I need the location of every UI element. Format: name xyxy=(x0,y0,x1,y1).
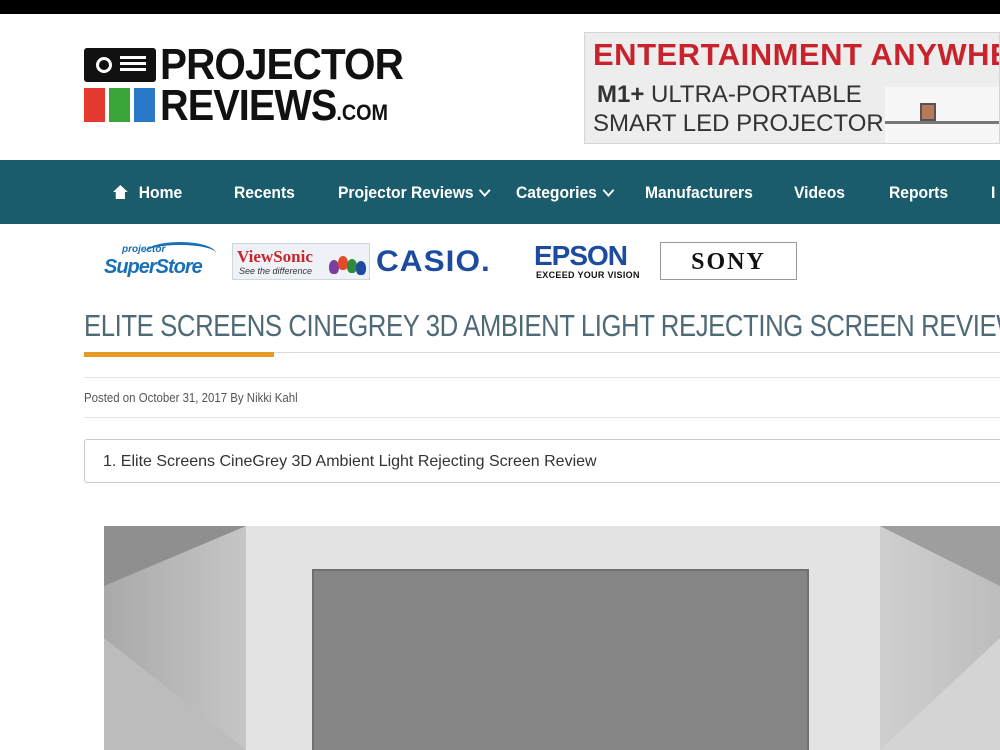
table-of-contents: 1. Elite Screens CineGrey 3D Ambient Lig… xyxy=(84,439,1000,483)
title-accent-underline xyxy=(84,352,274,357)
ad-model: M1+ xyxy=(597,81,645,108)
viewsonic-name: ViewSonic xyxy=(237,247,313,266)
brand-sony[interactable]: SONY xyxy=(660,242,797,280)
nav-label: Categories xyxy=(516,183,597,202)
nav-item-categories[interactable]: Categories xyxy=(516,160,615,224)
viewsonic-birds-icon xyxy=(329,250,367,276)
ad-line1-text: ULTRA-PORTABLE xyxy=(644,81,862,108)
nav-item-manufacturers[interactable]: Manufacturers xyxy=(645,160,753,224)
nav-label: Home xyxy=(138,183,183,202)
meta-divider-bottom xyxy=(84,417,1000,418)
epson-name: EPSON xyxy=(534,240,628,271)
ad-shelf xyxy=(885,121,999,124)
superstore-big-text: SuperStore xyxy=(104,256,203,278)
home-icon xyxy=(113,185,128,199)
hero-floor-right xyxy=(880,638,1000,750)
nav-item-truncated[interactable]: I xyxy=(991,160,995,224)
brand-casio[interactable]: CASIO. xyxy=(376,244,517,280)
ad-room-image xyxy=(885,87,999,143)
nav-item-projector-reviews[interactable]: Projector Reviews xyxy=(338,160,491,224)
ad-banner[interactable]: ENTERTAINMENT ANYWHE M1+ ULTRA-PORTABLE … xyxy=(584,32,1000,144)
nav-item-videos[interactable]: Videos xyxy=(794,160,845,224)
nav-label: I xyxy=(991,183,996,202)
meta-divider-top xyxy=(84,377,1000,378)
toc-item[interactable]: 1. Elite Screens CineGrey 3D Ambient Lig… xyxy=(103,453,597,471)
viewsonic-tagline: See the difference xyxy=(239,266,313,276)
nav-label: Projector Reviews xyxy=(338,183,474,202)
hero-ceiling-right xyxy=(880,526,1000,586)
brand-epson[interactable]: EPSON EXCEED YOUR VISION xyxy=(534,240,644,282)
nav-item-home[interactable]: Home xyxy=(113,160,182,224)
logo-word: REVIEWS xyxy=(160,81,337,130)
chevron-down-icon xyxy=(602,184,615,197)
brand-viewsonic[interactable]: ViewSonic See the difference xyxy=(232,243,370,280)
hero-floor-left xyxy=(104,638,246,750)
main-nav: Home Recents Projector Reviews Categorie… xyxy=(0,160,1000,224)
projection-screen xyxy=(314,571,807,750)
logo-tld: .COM xyxy=(336,100,389,125)
rgb-bars-icon xyxy=(84,88,156,122)
ad-headline: ENTERTAINMENT ANYWHE xyxy=(593,37,1000,72)
post-meta: Posted on October 31, 2017 By Nikki Kahl xyxy=(84,390,298,405)
browser-top-bar xyxy=(0,0,1000,14)
chevron-down-icon xyxy=(479,184,491,197)
page-title: ELITE SCREENS CINEGREY 3D AMBIENT LIGHT … xyxy=(84,308,1000,343)
logo-line2: REVIEWS.COM xyxy=(160,81,388,131)
site-logo[interactable]: PROJECTOR REVIEWS.COM xyxy=(84,40,414,130)
nav-item-recents[interactable]: Recents xyxy=(234,160,295,224)
nav-label: Recents xyxy=(234,183,295,202)
ad-line2: SMART LED PROJECTOR xyxy=(593,110,884,137)
ad-picture-frame xyxy=(920,103,936,121)
nav-label: Manufacturers xyxy=(645,183,753,202)
nav-label: Videos xyxy=(794,183,846,202)
hero-image-screen-room xyxy=(104,526,1000,750)
brand-projector-superstore[interactable]: projector SuperStore xyxy=(104,242,216,282)
epson-tagline: EXCEED YOUR VISION xyxy=(536,270,640,280)
nav-item-reports[interactable]: Reports xyxy=(889,160,948,224)
projector-icon xyxy=(84,48,156,82)
ad-line1: M1+ ULTRA-PORTABLE xyxy=(597,81,862,109)
hero-ceiling-left xyxy=(104,526,246,586)
superstore-small-text: projector xyxy=(122,244,166,255)
nav-label: Reports xyxy=(889,183,949,202)
